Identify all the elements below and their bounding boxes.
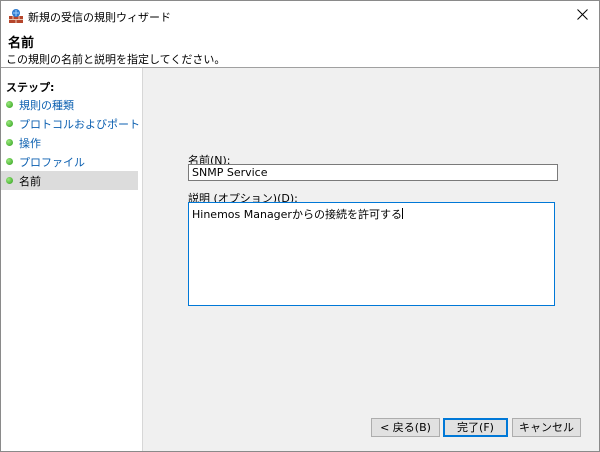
step-label: 名前 (19, 175, 41, 188)
step-status-dot-icon (6, 101, 13, 108)
title-bar: 新規の受信の規則ウィザード (1, 1, 599, 31)
window-title: 新規の受信の規則ウィザード (28, 11, 171, 24)
step-label: 規則の種類 (19, 99, 74, 112)
text-cursor (401, 208, 403, 219)
firewall-icon (8, 8, 24, 24)
description-textarea[interactable]: Hinemos Managerからの接続を許可する (188, 202, 555, 306)
steps-list: 規則の種類 プロトコルおよびポート 操作 プロファイル 名前 (1, 95, 142, 190)
name-input[interactable]: SNMP Service (188, 164, 558, 181)
steps-heading: ステップ: (6, 81, 55, 94)
page-header: 名前 この規則の名前と説明を指定してください。 (1, 31, 599, 68)
step-profile[interactable]: プロファイル (1, 152, 142, 171)
step-status-dot-icon (6, 177, 13, 184)
step-label: プロファイル (19, 156, 85, 169)
cancel-button[interactable]: キャンセル (512, 418, 581, 437)
step-name-current[interactable]: 名前 (1, 171, 138, 190)
description-text: Hinemos Managerからの接続を許可する (192, 208, 402, 221)
page-description: この規則の名前と説明を指定してください。 (6, 53, 226, 66)
back-button[interactable]: < 戻る(B) (371, 418, 440, 437)
step-status-dot-icon (6, 139, 13, 146)
step-status-dot-icon (6, 120, 13, 127)
step-protocol-and-ports[interactable]: プロトコルおよびポート (1, 114, 142, 133)
step-rule-type[interactable]: 規則の種類 (1, 95, 142, 114)
page-title: 名前 (8, 36, 35, 51)
close-icon (576, 9, 588, 23)
wizard-window: 新規の受信の規則ウィザード 名前 この規則の名前と説明を指定してください。 ステ… (0, 0, 600, 452)
steps-sidebar: ステップ: 規則の種類 プロトコルおよびポート 操作 プロファイル 名前 (1, 68, 143, 451)
step-action[interactable]: 操作 (1, 133, 142, 152)
step-label: プロトコルおよびポート (19, 118, 140, 131)
finish-button[interactable]: 完了(F) (443, 418, 508, 437)
step-status-dot-icon (6, 158, 13, 165)
step-label: 操作 (19, 137, 41, 150)
main-panel: 名前(N): SNMP Service 説明 (オプション)(D): Hinem… (143, 68, 599, 451)
close-button[interactable] (565, 1, 599, 31)
